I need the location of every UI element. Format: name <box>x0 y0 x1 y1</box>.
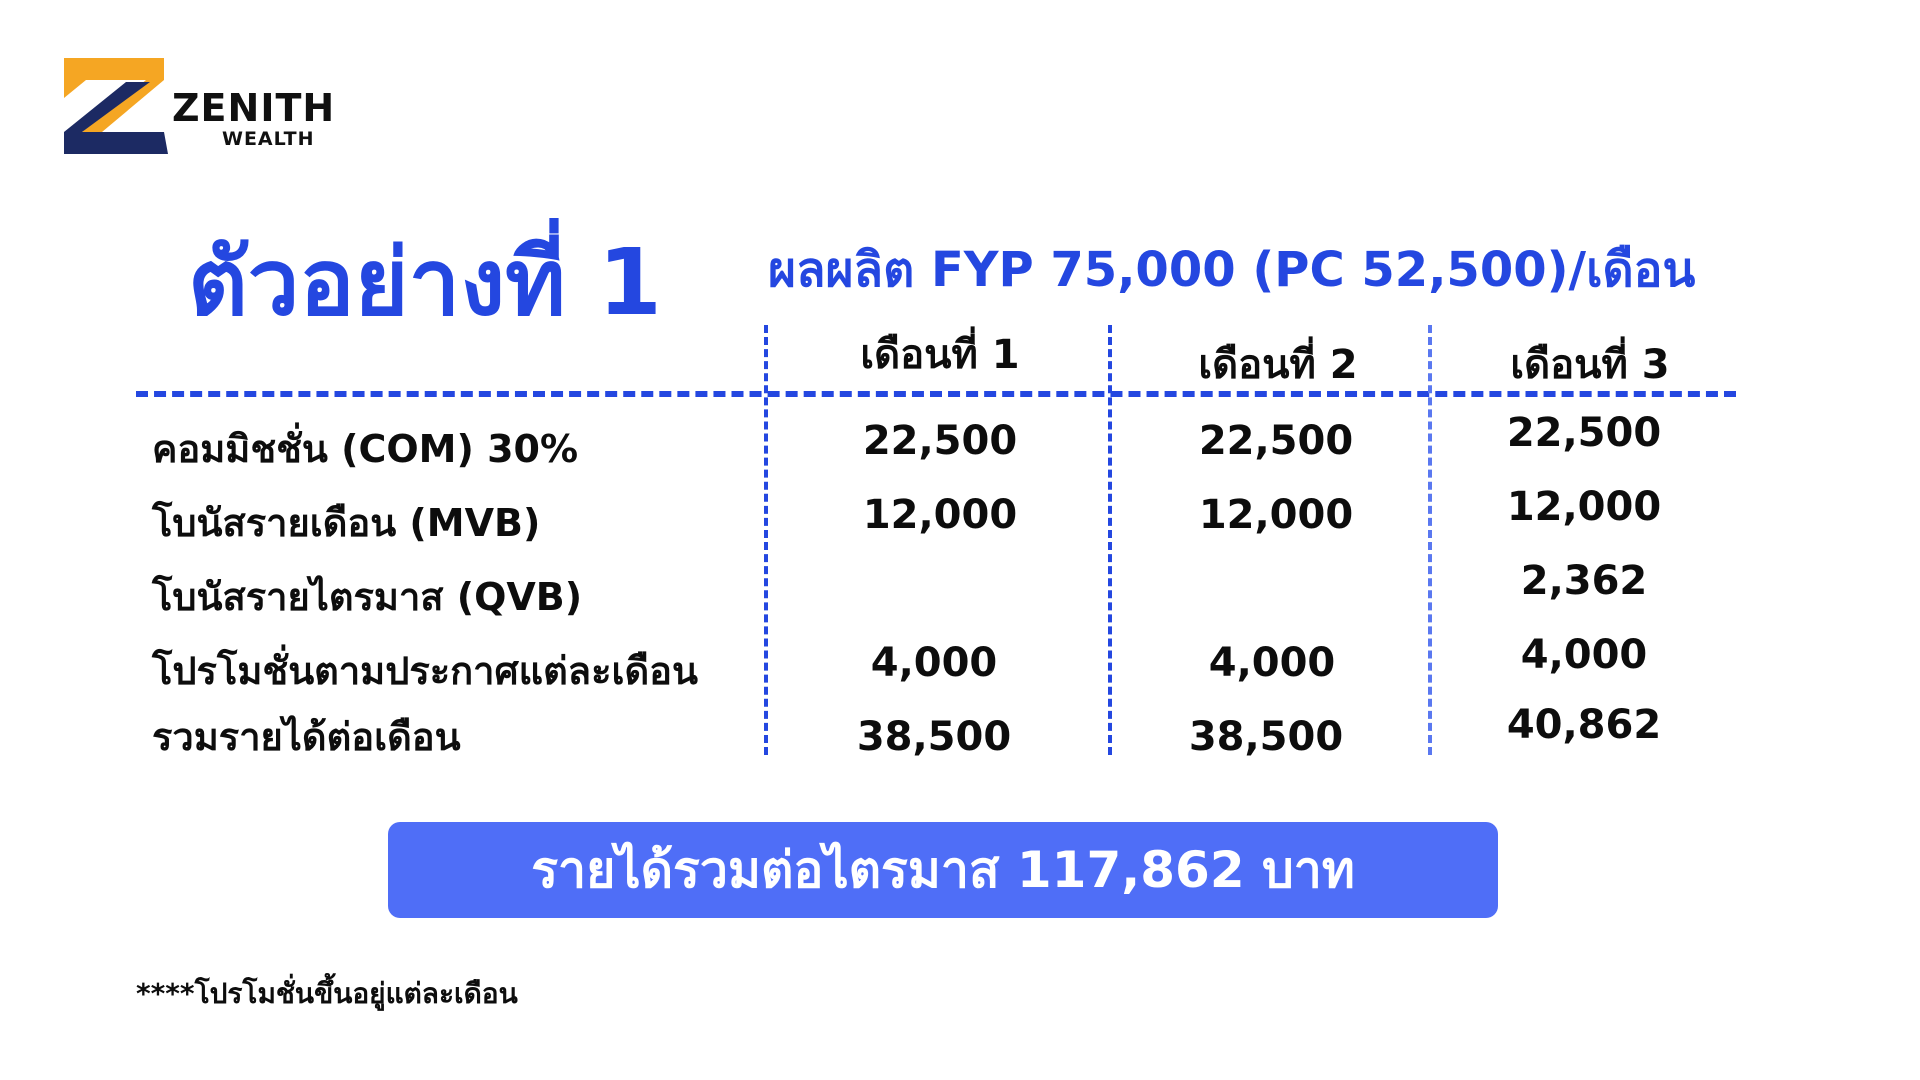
z-logo-icon <box>64 58 168 154</box>
column-divider-1 <box>764 325 768 755</box>
cell-commission-month-1: 22,500 <box>862 418 1018 464</box>
cell-quarterly-bonus-month-3: 2,362 <box>1520 558 1648 604</box>
column-header-month-1: เดือนที่ 1 <box>860 332 1020 378</box>
row-label-monthly-total: รวมรายได้ต่อเดือน <box>152 715 461 759</box>
column-header-month-2: เดือนที่ 2 <box>1198 342 1358 388</box>
footnote: ****โปรโมชั่นขึ้นอยู่แต่ละเดือน <box>136 977 518 1010</box>
brand-subname: WEALTH <box>222 128 315 150</box>
production-subtitle: ผลผลิต FYP 75,000 (PC 52,500)/เดือน <box>768 242 1696 298</box>
zenith-wealth-logo: ZENITH WEALTH <box>64 58 384 168</box>
cell-promotion-month-1: 4,000 <box>870 640 998 686</box>
row-label-quarterly-bonus: โบนัสรายไตรมาส (QVB) <box>152 575 583 619</box>
cell-monthly-total-month-1: 38,500 <box>856 714 1012 760</box>
column-header-month-3: เดือนที่ 3 <box>1510 342 1670 388</box>
cell-commission-month-2: 22,500 <box>1198 418 1354 464</box>
quarterly-total-text: รายได้รวมต่อไตรมาส 117,862 บาท <box>531 840 1355 899</box>
cell-promotion-month-2: 4,000 <box>1208 640 1336 686</box>
row-label-monthly-bonus: โบนัสรายเดือน (MVB) <box>152 501 541 545</box>
quarterly-total-banner: รายได้รวมต่อไตรมาส 117,862 บาท <box>388 822 1498 918</box>
cell-monthly-total-month-3: 40,862 <box>1506 702 1662 748</box>
cell-monthly-bonus-month-3: 12,000 <box>1506 484 1662 530</box>
cell-monthly-bonus-month-2: 12,000 <box>1198 492 1354 538</box>
row-label-promotion: โปรโมชั่นตามประกาศแต่ละเดือน <box>152 649 698 693</box>
column-divider-2 <box>1108 325 1112 755</box>
cell-commission-month-3: 22,500 <box>1506 410 1662 456</box>
cell-monthly-total-month-2: 38,500 <box>1188 714 1344 760</box>
brand-name: ZENITH <box>172 86 336 130</box>
column-divider-3 <box>1428 325 1432 755</box>
cell-promotion-month-3: 4,000 <box>1520 632 1648 678</box>
row-label-commission: คอมมิชชั่น (COM) 30% <box>152 427 579 471</box>
cell-monthly-bonus-month-1: 12,000 <box>862 492 1018 538</box>
page-title: ตัวอย่างที่ 1 <box>188 229 662 336</box>
header-divider <box>136 391 1736 397</box>
